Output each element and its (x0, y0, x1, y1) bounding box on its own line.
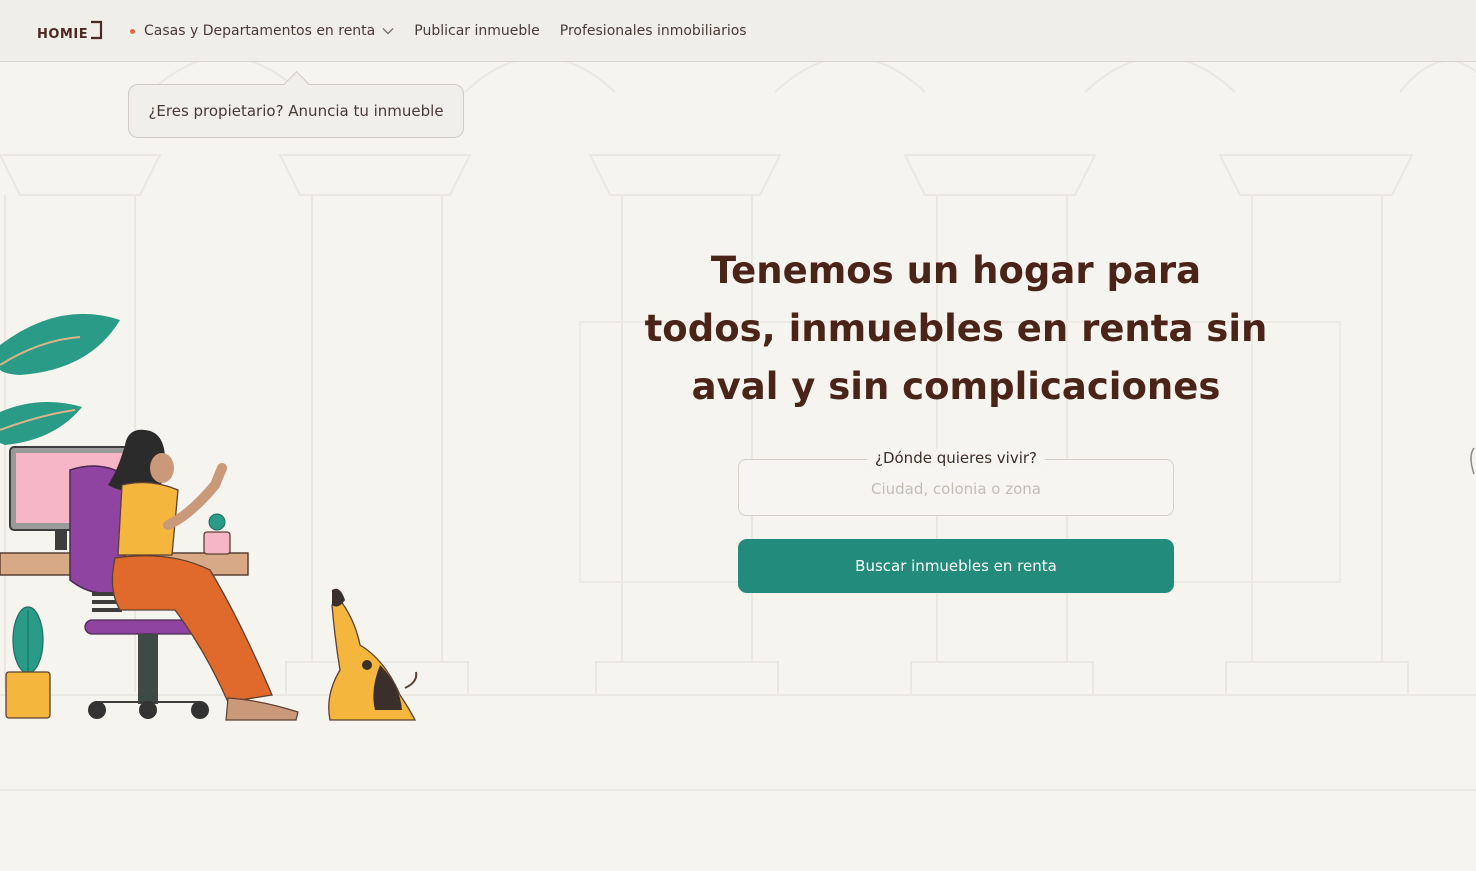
search-rentals-button[interactable]: Buscar inmuebles en renta (738, 539, 1174, 593)
nav-item-label: Publicar inmueble (414, 23, 540, 39)
logo-mark-icon (91, 20, 103, 40)
search-input[interactable] (739, 474, 1173, 504)
main-nav: Casas y Departamentos en renta Publicar … (130, 0, 767, 62)
search-label: ¿Dónde quieres vivir? (866, 449, 1046, 467)
homie-logo[interactable]: HOMIE (37, 17, 103, 41)
location-search-field[interactable]: ¿Dónde quieres vivir? (738, 449, 1174, 516)
top-navigation-bar: HOMIE Casas y Departamentos en renta Pub… (0, 0, 1476, 62)
chevron-down-icon (382, 28, 394, 35)
nav-item-publicar-inmueble[interactable]: Publicar inmueble (414, 23, 540, 39)
tooltip-text: ¿Eres propietario? Anuncia tu inmueble (148, 102, 444, 120)
partial-illustration-edge (1470, 447, 1475, 475)
owner-tooltip[interactable]: ¿Eres propietario? Anuncia tu inmueble (128, 84, 464, 138)
nav-item-label: Casas y Departamentos en renta (144, 23, 376, 39)
nav-item-label: Profesionales inmobiliarios (559, 23, 747, 39)
nav-item-casas-departamentos[interactable]: Casas y Departamentos en renta (130, 23, 394, 39)
woman-with-dog-illustration (0, 313, 418, 721)
nav-item-profesionales[interactable]: Profesionales inmobiliarios (560, 23, 747, 39)
logo-text: HOMIE (37, 27, 89, 42)
active-dot-icon (130, 28, 135, 34)
hero-title: Tenemos un hogar para todos, inmuebles e… (644, 249, 1268, 408)
